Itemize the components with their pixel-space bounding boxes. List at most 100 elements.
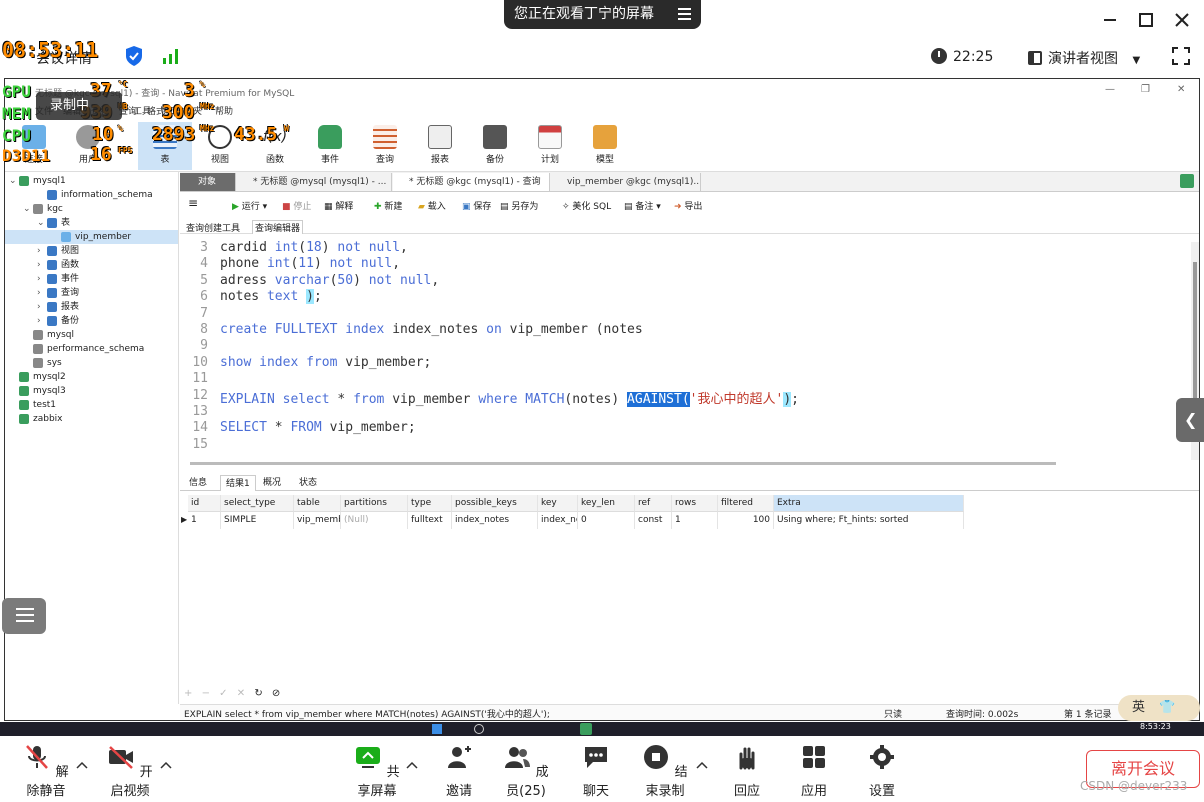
toolbar-schedule-button[interactable]: 计划 (523, 122, 577, 170)
tree-item[interactable]: sys (5, 356, 178, 370)
chevron-up-icon[interactable] (160, 760, 172, 770)
apply-icon[interactable]: ✓ (219, 688, 227, 699)
save-as-button[interactable]: ▤ 另存为 (500, 199, 538, 212)
refresh-icon[interactable]: ↻ (254, 688, 262, 699)
tab-query-kgc[interactable]: * 无标题 @kgc (mysql1) - 查询 (393, 173, 550, 191)
window-close-button[interactable]: ✕ (1177, 84, 1185, 95)
column-header[interactable]: filtered (718, 495, 774, 512)
toolbar-event-button[interactable]: 事件 (303, 122, 357, 170)
expand-arrow-icon[interactable]: › (37, 286, 47, 300)
table-cell[interactable]: (Null) (341, 512, 408, 529)
column-header[interactable]: table (294, 495, 341, 512)
tab-info[interactable]: 信息 (184, 475, 212, 491)
app-icon[interactable] (580, 723, 592, 735)
ime-indicator[interactable]: 英 👕 (1118, 695, 1200, 721)
table-cell[interactable]: vip_memb (294, 512, 341, 529)
expand-arrow-icon[interactable]: › (37, 300, 47, 314)
expand-arrow-icon[interactable]: ⌄ (23, 202, 33, 216)
stop-query-icon[interactable]: ⊘ (272, 688, 280, 699)
tree-item[interactable]: vip_member (5, 230, 178, 244)
code-line[interactable]: phone int(11) not null, (220, 256, 400, 271)
add-row-icon[interactable]: + (184, 688, 192, 699)
code-line[interactable]: show index from vip_member; (220, 355, 431, 370)
column-header[interactable]: rows (672, 495, 718, 512)
column-header[interactable]: type (408, 495, 452, 512)
share-screen-button[interactable]: 共享屏幕 (348, 744, 406, 799)
expand-arrow-icon[interactable]: ⌄ (9, 174, 19, 188)
code-line[interactable]: EXPLAIN select * from vip_member where M… (220, 388, 799, 407)
windows-start-icon[interactable] (432, 724, 442, 734)
recording-badge[interactable]: 录制中 (36, 92, 122, 120)
tree-item[interactable]: › 备份 (5, 314, 178, 328)
settings-button[interactable]: 设置 (866, 744, 898, 799)
tree-item[interactable]: › 函数 (5, 258, 178, 272)
table-row[interactable]: 1 SIMPLE vip_memb (Null) fulltext index_notes… (180, 512, 966, 529)
table-cell[interactable]: SIMPLE (221, 512, 294, 529)
start-video-button[interactable]: 开启视频 (102, 744, 158, 799)
toolbar-report-button[interactable]: 报表 (413, 122, 467, 170)
table-cell[interactable]: index_nc (538, 512, 578, 529)
tab-query-builder[interactable]: 查询创建工具 (186, 221, 240, 234)
expand-arrow-icon[interactable]: › (37, 314, 47, 328)
column-header[interactable]: id (188, 495, 221, 512)
column-header[interactable]: possible_keys (452, 495, 538, 512)
minimize-icon[interactable] (1098, 8, 1122, 32)
stop-recording-button[interactable]: 结束录制 (636, 744, 694, 799)
expand-arrow-icon[interactable]: › (37, 272, 47, 286)
unmute-button[interactable]: 解除静音 (18, 744, 74, 799)
invite-button[interactable]: 邀请 (440, 744, 478, 799)
table-cell[interactable]: Using where; Ft_hints: sorted (774, 512, 964, 529)
table-cell[interactable]: index_notes (452, 512, 538, 529)
tree-item[interactable]: › 视图 (5, 244, 178, 258)
code-line[interactable]: adress varchar(50) not null, (220, 273, 439, 288)
code-line[interactable]: SELECT * FROM vip_member; (220, 420, 416, 435)
tree-item[interactable]: › 报表 (5, 300, 178, 314)
tree-item[interactable]: mysql (5, 328, 178, 342)
tab-result1[interactable]: 结果1 (220, 475, 256, 491)
column-header[interactable]: select_type (221, 495, 294, 512)
run-button[interactable]: ▶ 运行 ▾ (232, 199, 267, 212)
tree-item[interactable]: › 查询 (5, 286, 178, 300)
cancel-icon[interactable]: ✕ (237, 688, 245, 699)
menu-icon[interactable] (678, 8, 691, 23)
members-button[interactable]: 成员(25) (498, 744, 554, 799)
apps-button[interactable]: 应用 (798, 744, 830, 799)
window-restore-button[interactable]: ❐ (1141, 84, 1150, 95)
signal-icon[interactable] (162, 48, 180, 64)
export-button[interactable]: ➜ 导出 (674, 199, 702, 212)
menu-help[interactable]: 帮助 (215, 104, 233, 117)
expand-arrow-icon[interactable]: › (37, 258, 47, 272)
new-tab-icon[interactable] (1180, 174, 1194, 188)
chat-button[interactable]: 聊天 (580, 744, 612, 799)
window-minimize-button[interactable]: — (1105, 84, 1115, 95)
chevron-up-icon[interactable] (406, 760, 418, 770)
hamburger-icon[interactable]: ≡ (188, 196, 198, 210)
toolbar-backup-button[interactable]: 备份 (468, 122, 522, 170)
table-cell[interactable]: 1 (672, 512, 718, 529)
table-cell[interactable]: 100 (718, 512, 774, 529)
code-line[interactable]: create FULLTEXT index index_notes on vip… (220, 322, 643, 337)
table-cell[interactable]: 1 (188, 512, 221, 529)
column-header[interactable]: ref (635, 495, 672, 512)
column-header[interactable]: key_len (578, 495, 635, 512)
expand-arrow-icon[interactable]: ⌄ (37, 216, 47, 230)
tab-query-editor[interactable]: 查询编辑器 (252, 220, 304, 234)
toolbar-query-button[interactable]: 查询 (358, 122, 412, 170)
fullscreen-icon[interactable] (1172, 47, 1190, 65)
delete-row-icon[interactable]: − (202, 688, 210, 699)
tree-item[interactable]: ⌄ 表 (5, 216, 178, 230)
tree-item[interactable]: performance_schema (5, 342, 178, 356)
code-line[interactable]: cardid int(18) not null, (220, 240, 408, 255)
table-cell[interactable]: fulltext (408, 512, 452, 529)
editor-horizontal-scrollbar[interactable] (190, 462, 1056, 465)
new-query-button[interactable]: ✚ 新建 (374, 199, 402, 212)
code-line[interactable]: notes text ); (220, 289, 322, 305)
react-button[interactable]: 回应 (730, 744, 764, 799)
tab-status[interactable]: 状态 (294, 475, 322, 491)
tree-item[interactable]: test1 (5, 398, 178, 412)
tab-query-mysql[interactable]: * 无标题 @mysql (mysql1) - ... (237, 173, 392, 191)
explain-button[interactable]: ▦ 解释 (324, 199, 353, 212)
save-button[interactable]: ▣ 保存 (462, 199, 491, 212)
tab-objects[interactable]: 对象 (180, 173, 236, 191)
tree-item[interactable]: ⌄ kgc (5, 202, 178, 216)
